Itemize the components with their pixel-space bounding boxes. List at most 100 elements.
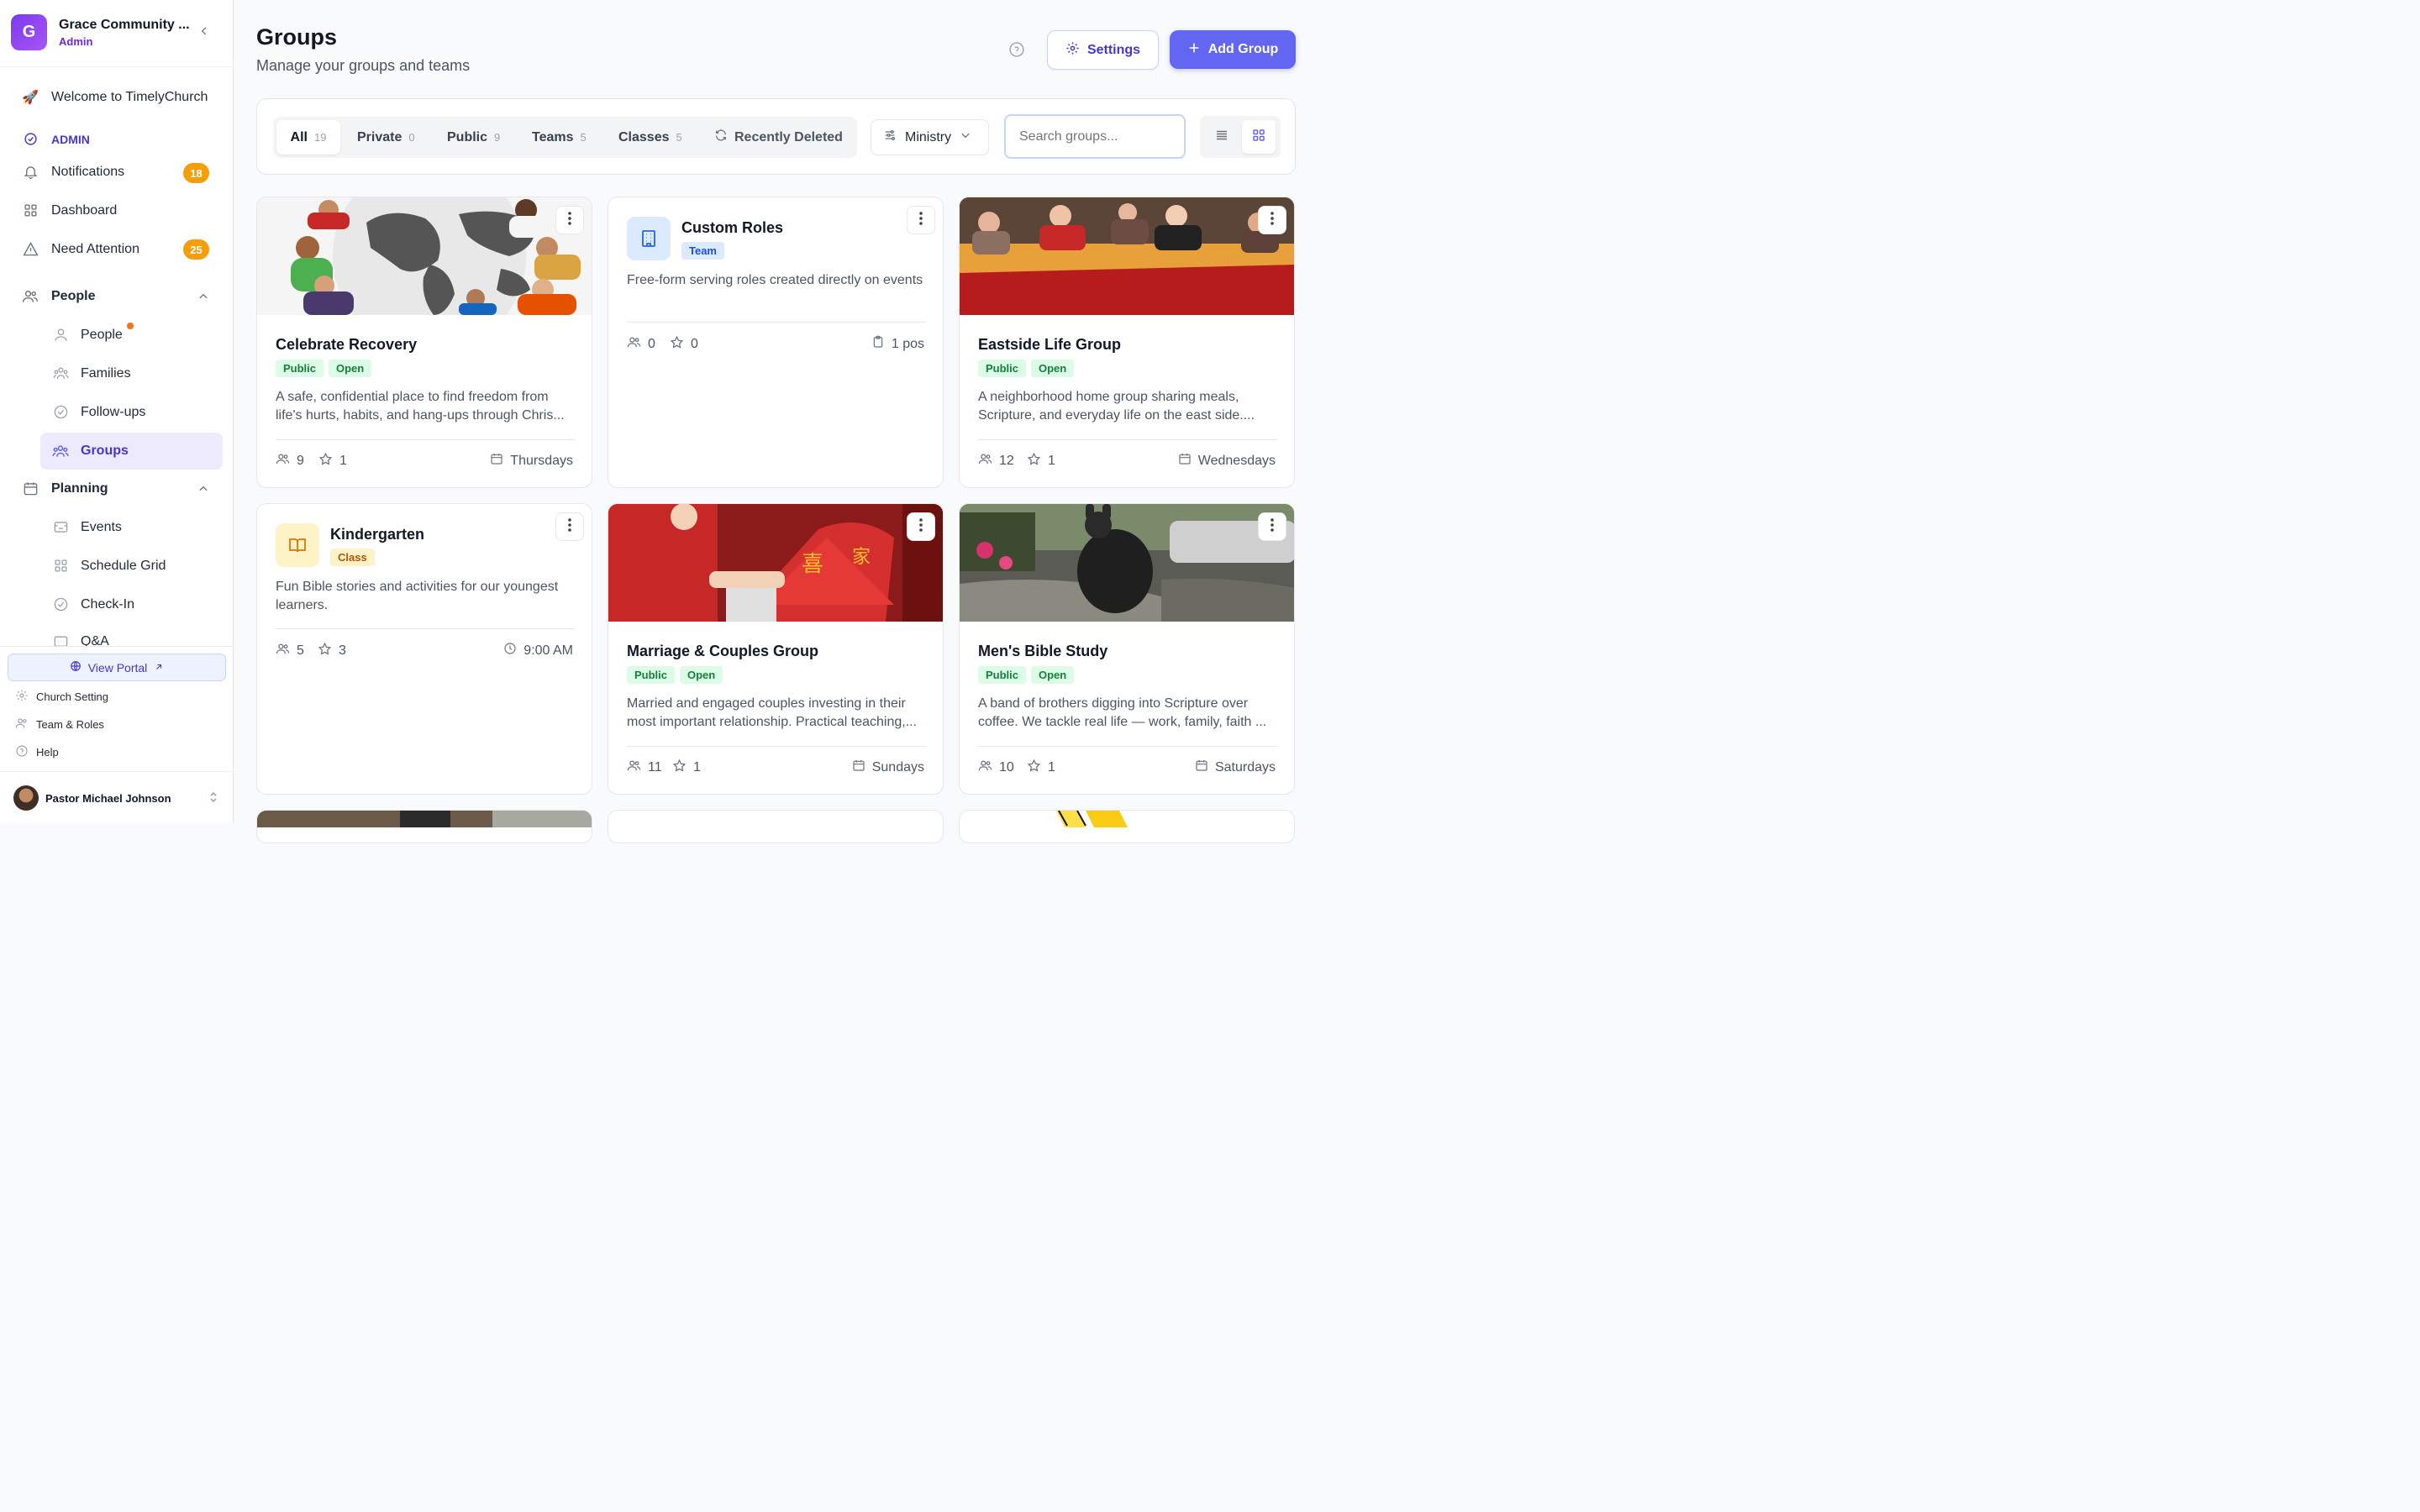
meeting-schedule: Sundays: [852, 759, 924, 776]
tab-private[interactable]: Private 0: [357, 120, 415, 155]
sidebar-section-planning[interactable]: Planning: [20, 480, 108, 496]
group-photo: [1056, 811, 1128, 827]
sidebar-link-team-roles[interactable]: Team & Roles: [15, 717, 104, 732]
group-photo: 喜 家: [608, 504, 943, 622]
card-menu-button[interactable]: [1258, 206, 1286, 234]
sidebar-item-schedule-grid[interactable]: Schedule Grid: [50, 558, 166, 574]
sidebar-link-help[interactable]: Help: [15, 744, 59, 760]
sidebar-link-church-setting[interactable]: Church Setting: [15, 689, 108, 705]
sidebar-item-check-in[interactable]: Check-In: [50, 596, 134, 612]
sidebar-section-people[interactable]: People: [20, 288, 95, 305]
group-photo: [257, 197, 592, 315]
position-count: 1 pos: [871, 335, 924, 353]
group-card[interactable]: Custom Roles Team Free-form serving role…: [608, 197, 944, 488]
filter-bar: All 19 Private 0 Public 9 Teams 5 Classes 5 R…: [256, 98, 1296, 175]
sidebar-item-families[interactable]: Families: [50, 365, 131, 381]
group-type-tabs: All 19 Private 0 Public 9 Teams 5 Classes 5 R…: [273, 117, 857, 158]
group-card[interactable]: Kindergarten Class Fun Bible stories and…: [256, 503, 592, 795]
list-view-button[interactable]: [1205, 120, 1239, 154]
user-name: Pastor Michael Johnson: [45, 792, 171, 805]
leader-count-value: 1: [1048, 760, 1055, 774]
status-tag: Open: [680, 666, 723, 684]
tab-count: 5: [580, 131, 587, 144]
star-icon: [318, 642, 332, 660]
member-count-value: 11: [648, 760, 662, 774]
tab-public[interactable]: Public 9: [447, 120, 500, 155]
star-icon: [670, 335, 684, 354]
card-menu-button[interactable]: [1258, 512, 1286, 541]
sidebar-item-events[interactable]: Events: [50, 519, 122, 535]
grid-view-button[interactable]: [1242, 120, 1276, 154]
tab-label: Classes: [618, 129, 670, 144]
link-label: Church Setting: [36, 690, 108, 703]
more-vertical-icon: [919, 211, 923, 229]
tab-classes[interactable]: Classes 5: [618, 120, 682, 155]
collapse-sidebar-icon[interactable]: [198, 25, 210, 41]
chevron-up-icon[interactable]: [197, 291, 209, 307]
meeting-day: Thursdays: [510, 453, 573, 468]
admin-label: ADMIN: [51, 132, 90, 146]
tab-label: All: [290, 129, 308, 144]
group-title: Custom Roles: [681, 219, 784, 236]
card-menu-button[interactable]: [907, 512, 935, 541]
divider: [276, 628, 575, 629]
family-icon: [50, 365, 71, 381]
avatar: [13, 785, 39, 811]
sidebar-item-label: Events: [81, 519, 122, 534]
leader-count-value: 1: [339, 454, 347, 468]
plus-icon: [1187, 41, 1201, 59]
tab-count: 9: [494, 131, 501, 144]
sidebar-item-welcome[interactable]: 🚀 Welcome to TimelyChurch: [20, 89, 208, 106]
help-circle-icon: [15, 744, 29, 760]
member-count: 5: [276, 642, 304, 660]
admin-section-label: ADMIN: [20, 132, 90, 146]
group-photo: [257, 811, 592, 827]
group-title: Marriage & Couples Group: [627, 643, 819, 659]
sidebar-item-need-attention[interactable]: Need Attention: [20, 241, 139, 257]
group-card-partial[interactable]: [959, 810, 1295, 843]
sidebar-item-follow-ups[interactable]: Follow-ups: [50, 404, 145, 420]
org-switcher[interactable]: G Grace Community ... Admin: [0, 0, 234, 67]
chevron-down-icon: [960, 129, 971, 145]
card-menu-button[interactable]: [555, 206, 584, 234]
view-portal-button[interactable]: View Portal: [8, 654, 226, 681]
ministry-filter-dropdown[interactable]: Ministry: [871, 119, 989, 155]
chevron-up-icon[interactable]: [197, 483, 209, 499]
search-input[interactable]: [1004, 114, 1186, 159]
star-icon: [1027, 759, 1041, 777]
divider: [978, 439, 1277, 440]
add-group-button[interactable]: Add Group: [1170, 30, 1296, 69]
leader-count: 1: [318, 452, 347, 470]
group-card[interactable]: Eastside Life Group Public Open A neighb…: [959, 197, 1295, 488]
group-card[interactable]: Celebrate Recovery Public Open A safe, c…: [256, 197, 592, 488]
view-toggle: [1200, 116, 1281, 158]
card-menu-button[interactable]: [907, 206, 935, 234]
leader-count-value: 0: [691, 337, 698, 351]
settings-button[interactable]: Settings: [1047, 30, 1159, 70]
tab-teams[interactable]: Teams 5: [532, 120, 587, 155]
user-menu[interactable]: Pastor Michael Johnson: [0, 771, 234, 823]
meeting-day: Sundays: [871, 759, 924, 774]
rocket-icon: 🚀: [22, 91, 39, 105]
calendar-icon: [852, 759, 865, 776]
group-card-partial[interactable]: [608, 810, 944, 843]
tab-recently-deleted[interactable]: Recently Deleted: [714, 120, 843, 155]
card-menu-button[interactable]: [555, 512, 584, 541]
leader-count: 1: [672, 759, 701, 777]
group-card[interactable]: Men's Bible Study Public Open A band of …: [959, 503, 1295, 795]
sidebar-item-people[interactable]: People: [50, 327, 123, 343]
sidebar-item-dashboard[interactable]: Dashboard: [20, 202, 117, 218]
group-card-partial[interactable]: [256, 810, 592, 843]
tab-all[interactable]: All 19: [276, 120, 340, 155]
org-name: Grace Community ...: [59, 18, 190, 32]
chat-icon: [50, 634, 71, 646]
tab-count: 19: [313, 131, 327, 144]
users-icon: [20, 288, 40, 305]
group-card[interactable]: 喜 家 Marriage & Couples Group Public Open…: [608, 503, 944, 795]
sidebar-item-qa[interactable]: Q&A: [50, 634, 109, 646]
gear-icon: [15, 689, 29, 705]
sidebar-item-groups[interactable]: Groups: [50, 443, 129, 459]
type-tag: Class: [330, 549, 375, 566]
member-count-value: 12: [999, 454, 1014, 468]
help-circle-icon[interactable]: [1008, 41, 1025, 62]
